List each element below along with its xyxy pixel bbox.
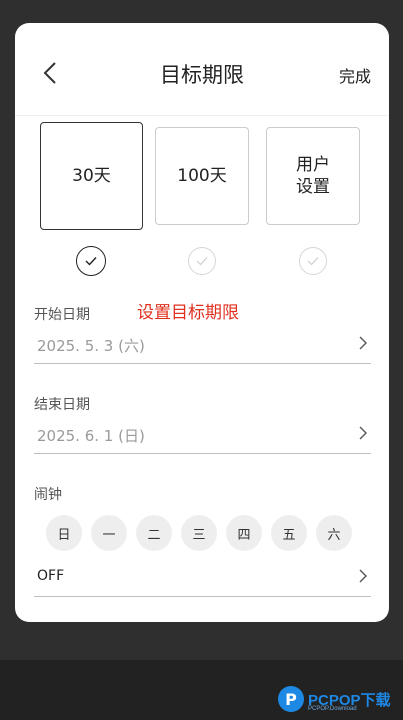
end-date-value: 2025. 6. 1 (日) — [37, 427, 145, 445]
weekday-wed[interactable]: 三 — [181, 515, 217, 551]
annotation-text: 设置目标期限 — [137, 303, 239, 323]
watermark-logo-icon: P — [278, 686, 304, 712]
start-date-row[interactable]: 2025. 5. 3 (六) — [34, 330, 371, 364]
option-label: 100天 — [177, 166, 227, 186]
chevron-right-icon — [359, 336, 367, 350]
alarm-row[interactable]: OFF — [34, 563, 371, 597]
option-label: 用户 设置 — [296, 155, 330, 197]
start-date-value: 2025. 5. 3 (六) — [37, 337, 145, 355]
weekday-sun[interactable]: 日 — [46, 515, 82, 551]
goal-deadline-sheet: 目标期限 完成 30天 100天 用户 设置 开始日期 设置目标期限 2025.… — [15, 23, 389, 622]
weekday-fri[interactable]: 五 — [271, 515, 307, 551]
weekday-mon[interactable]: 一 — [91, 515, 127, 551]
weekday-thu[interactable]: 四 — [226, 515, 262, 551]
watermark-subtext: PCPOP.Download — [308, 706, 357, 712]
alarm-label: 闹钟 — [34, 487, 62, 503]
check-icon — [307, 257, 319, 266]
done-button[interactable]: 完成 — [339, 63, 371, 87]
header-divider — [15, 115, 389, 116]
page-title: 目标期限 — [160, 63, 244, 87]
option-30-days[interactable]: 30天 — [40, 122, 143, 230]
end-date-row[interactable]: 2025. 6. 1 (日) — [34, 420, 371, 454]
weekday-tue[interactable]: 二 — [136, 515, 172, 551]
option-custom[interactable]: 用户 设置 — [266, 127, 360, 225]
end-date-label: 结束日期 — [34, 397, 90, 413]
check-icon — [85, 257, 97, 266]
radio-30-days[interactable] — [76, 246, 106, 276]
chevron-right-icon — [359, 426, 367, 440]
option-100-days[interactable]: 100天 — [155, 127, 249, 225]
weekday-selector: 日 一 二 三 四 五 六 — [46, 515, 356, 551]
check-icon — [196, 257, 208, 266]
radio-custom[interactable] — [299, 247, 327, 275]
option-label: 30天 — [72, 166, 111, 186]
radio-100-days[interactable] — [188, 247, 216, 275]
alarm-value: OFF — [37, 568, 65, 584]
chevron-right-icon — [359, 569, 367, 583]
start-date-label: 开始日期 — [34, 307, 90, 323]
weekday-sat[interactable]: 六 — [316, 515, 352, 551]
